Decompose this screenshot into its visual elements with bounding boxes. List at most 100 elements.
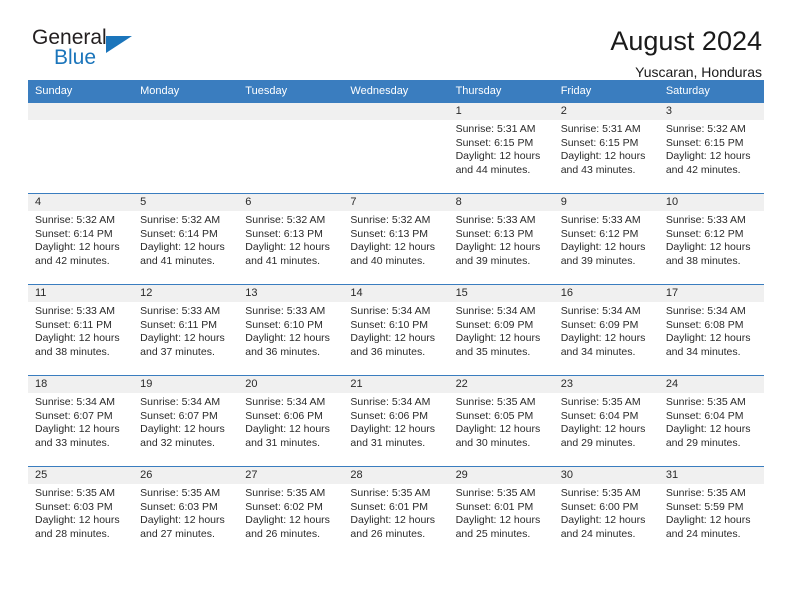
sunset-text: Sunset: 6:12 PM (560, 227, 639, 240)
title-block: August 2024 Yuscaran, Honduras (610, 26, 764, 82)
day-cell-content: 23 Sunrise: 5:35 AM Sunset: 6:04 PM Dayligh… (553, 376, 659, 466)
calendar-day-cell[interactable]: 9 Sunrise: 5:33 AM Sunset: 6:12 PM Daylight… (553, 193, 659, 285)
daylight-text: Daylight: 12 hours and 26 minutes. (350, 514, 436, 540)
day-cell-content: 2 Sunrise: 5:31 AM Sunset: 6:15 PM Daylight… (553, 103, 659, 193)
calendar-day-cell[interactable]: 26 Sunrise: 5:35 AM Sunset: 6:03 PM Dayligh… (133, 466, 239, 557)
calendar-day-cell[interactable] (343, 102, 449, 194)
calendar-body: 1 Sunrise: 5:31 AM Sunset: 6:15 PM Daylight… (28, 102, 764, 557)
calendar-day-cell[interactable]: 23 Sunrise: 5:35 AM Sunset: 6:04 PM Dayligh… (553, 375, 659, 467)
sunrise-text: Sunrise: 5:32 AM (665, 123, 746, 135)
daylight-text: Daylight: 12 hours and 31 minutes. (245, 423, 330, 449)
daylight-text: Daylight: 12 hours and 31 minutes. (350, 423, 436, 449)
day-cell-content: 13 Sunrise: 5:33 AM Sunset: 6:10 PM Dayligh… (238, 285, 344, 375)
sunset-text: Sunset: 6:10 PM (350, 318, 429, 331)
weekday-header-friday: Friday (553, 80, 659, 103)
calendar-day-cell[interactable]: 4 Sunrise: 5:32 AM Sunset: 6:14 PM Daylight… (28, 193, 134, 285)
calendar-day-cell[interactable]: 2 Sunrise: 5:31 AM Sunset: 6:15 PM Daylight… (553, 102, 659, 194)
calendar-day-cell[interactable]: 12 Sunrise: 5:33 AM Sunset: 6:11 PM Dayligh… (133, 284, 239, 376)
calendar-day-cell[interactable]: 7 Sunrise: 5:32 AM Sunset: 6:13 PM Daylight… (343, 193, 449, 285)
sunset-text: Sunset: 5:59 PM (665, 500, 744, 513)
calendar-day-cell[interactable]: 22 Sunrise: 5:35 AM Sunset: 6:05 PM Dayligh… (448, 375, 554, 467)
daylight-text: Daylight: 12 hours and 33 minutes. (35, 423, 120, 449)
day-number: 30 (553, 467, 659, 484)
calendar-week-row: 25 Sunrise: 5:35 AM Sunset: 6:03 PM Dayligh… (28, 466, 764, 557)
day-cell-content: 26 Sunrise: 5:35 AM Sunset: 6:03 PM Dayligh… (133, 467, 239, 557)
day-number: 11 (28, 285, 134, 302)
calendar-header-row: Sunday Monday Tuesday Wednesday Thursday… (28, 80, 764, 103)
calendar-day-cell[interactable]: 5 Sunrise: 5:32 AM Sunset: 6:14 PM Daylight… (133, 193, 239, 285)
sunrise-text: Sunrise: 5:33 AM (455, 214, 536, 226)
day-details: Sunrise: 5:31 AM Sunset: 6:15 PM Daylight:… (554, 120, 659, 177)
calendar-day-cell[interactable]: 31 Sunrise: 5:35 AM Sunset: 5:59 PM Dayligh… (658, 466, 764, 557)
daylight-text: Daylight: 12 hours and 42 minutes. (665, 150, 751, 176)
calendar-day-cell[interactable]: 21 Sunrise: 5:34 AM Sunset: 6:06 PM Dayligh… (343, 375, 449, 467)
daylight-text: Daylight: 12 hours and 38 minutes. (35, 332, 120, 358)
sunrise-text: Sunrise: 5:35 AM (350, 487, 431, 499)
daylight-text: Daylight: 12 hours and 25 minutes. (455, 514, 541, 540)
day-cell-content: 31 Sunrise: 5:35 AM Sunset: 5:59 PM Dayligh… (658, 467, 764, 557)
calendar-day-cell[interactable]: 8 Sunrise: 5:33 AM Sunset: 6:13 PM Daylight… (448, 193, 554, 285)
sunset-text: Sunset: 6:11 PM (35, 318, 112, 331)
calendar-day-cell[interactable]: 18 Sunrise: 5:34 AM Sunset: 6:07 PM Dayligh… (28, 375, 134, 467)
calendar-day-cell[interactable]: 15 Sunrise: 5:34 AM Sunset: 6:09 PM Dayligh… (448, 284, 554, 376)
day-details: Sunrise: 5:33 AM Sunset: 6:13 PM Daylight:… (449, 211, 554, 268)
day-cell-content (133, 103, 239, 193)
day-cell-content: 15 Sunrise: 5:34 AM Sunset: 6:09 PM Dayligh… (448, 285, 554, 375)
day-cell-content: 29 Sunrise: 5:35 AM Sunset: 6:01 PM Dayligh… (448, 467, 554, 557)
sunrise-text: Sunrise: 5:32 AM (140, 214, 221, 226)
daylight-text: Daylight: 12 hours and 29 minutes. (560, 423, 646, 449)
day-number (343, 103, 449, 120)
calendar-day-cell[interactable]: 29 Sunrise: 5:35 AM Sunset: 6:01 PM Dayligh… (448, 466, 554, 557)
calendar-day-cell[interactable]: 30 Sunrise: 5:35 AM Sunset: 6:00 PM Dayligh… (553, 466, 659, 557)
calendar-day-cell[interactable]: 24 Sunrise: 5:35 AM Sunset: 6:04 PM Dayligh… (658, 375, 764, 467)
day-details: Sunrise: 5:32 AM Sunset: 6:14 PM Daylight:… (28, 211, 133, 268)
calendar-day-cell[interactable]: 13 Sunrise: 5:33 AM Sunset: 6:10 PM Dayligh… (238, 284, 344, 376)
calendar-day-cell[interactable]: 25 Sunrise: 5:35 AM Sunset: 6:03 PM Dayligh… (28, 466, 134, 557)
sunset-text: Sunset: 6:01 PM (350, 500, 429, 513)
daylight-text: Daylight: 12 hours and 24 minutes. (560, 514, 646, 540)
calendar-day-cell[interactable]: 14 Sunrise: 5:34 AM Sunset: 6:10 PM Dayligh… (343, 284, 449, 376)
weekday-header-monday: Monday (133, 80, 239, 103)
day-number: 2 (553, 103, 659, 120)
sunrise-text: Sunrise: 5:34 AM (245, 396, 326, 408)
calendar-day-cell[interactable]: 3 Sunrise: 5:32 AM Sunset: 6:15 PM Daylight… (658, 102, 764, 194)
day-cell-content: 1 Sunrise: 5:31 AM Sunset: 6:15 PM Daylight… (448, 103, 554, 193)
calendar-day-cell[interactable]: 17 Sunrise: 5:34 AM Sunset: 6:08 PM Dayligh… (658, 284, 764, 376)
calendar-day-cell[interactable]: 28 Sunrise: 5:35 AM Sunset: 6:01 PM Dayligh… (343, 466, 449, 557)
sunrise-text: Sunrise: 5:34 AM (350, 396, 431, 408)
calendar-day-cell[interactable]: 16 Sunrise: 5:34 AM Sunset: 6:09 PM Dayligh… (553, 284, 659, 376)
sunrise-text: Sunrise: 5:33 AM (35, 305, 115, 317)
sunrise-sunset-calendar: Sunday Monday Tuesday Wednesday Thursday… (28, 80, 764, 557)
calendar-day-cell[interactable] (133, 102, 239, 194)
calendar-day-cell[interactable]: 1 Sunrise: 5:31 AM Sunset: 6:15 PM Daylight… (448, 102, 554, 194)
calendar-day-cell[interactable]: 6 Sunrise: 5:32 AM Sunset: 6:13 PM Daylight… (238, 193, 344, 285)
sunset-text: Sunset: 6:02 PM (245, 500, 323, 513)
day-details: Sunrise: 5:35 AM Sunset: 6:04 PM Daylight:… (554, 393, 659, 450)
day-number: 7 (343, 194, 449, 211)
calendar-day-cell[interactable] (28, 102, 134, 194)
calendar-day-cell[interactable]: 27 Sunrise: 5:35 AM Sunset: 6:02 PM Dayligh… (238, 466, 344, 557)
day-cell-content: 22 Sunrise: 5:35 AM Sunset: 6:05 PM Dayligh… (448, 376, 554, 466)
sunset-text: Sunset: 6:06 PM (245, 409, 323, 422)
daylight-text: Daylight: 12 hours and 27 minutes. (140, 514, 225, 540)
day-cell-content: 30 Sunrise: 5:35 AM Sunset: 6:00 PM Dayligh… (553, 467, 659, 557)
day-details: Sunrise: 5:35 AM Sunset: 6:01 PM Daylight:… (343, 484, 448, 541)
calendar-day-cell[interactable]: 20 Sunrise: 5:34 AM Sunset: 6:06 PM Dayligh… (238, 375, 344, 467)
day-details: Sunrise: 5:35 AM Sunset: 6:02 PM Daylight:… (238, 484, 343, 541)
general-blue-logo[interactable]: General Blue (28, 26, 152, 78)
sunrise-text: Sunrise: 5:33 AM (140, 305, 221, 317)
calendar-day-cell[interactable]: 11 Sunrise: 5:33 AM Sunset: 6:11 PM Dayligh… (28, 284, 134, 376)
day-details: Sunrise: 5:34 AM Sunset: 6:06 PM Daylight:… (238, 393, 343, 450)
calendar-day-cell[interactable] (238, 102, 344, 194)
sunset-text: Sunset: 6:05 PM (455, 409, 534, 422)
sunset-text: Sunset: 6:09 PM (455, 318, 534, 331)
day-cell-content: 24 Sunrise: 5:35 AM Sunset: 6:04 PM Dayligh… (658, 376, 764, 466)
calendar-day-cell[interactable]: 10 Sunrise: 5:33 AM Sunset: 6:12 PM Dayligh… (658, 193, 764, 285)
day-number: 14 (343, 285, 449, 302)
sunrise-text: Sunrise: 5:35 AM (665, 396, 746, 408)
sunset-text: Sunset: 6:13 PM (455, 227, 534, 240)
daylight-text: Daylight: 12 hours and 34 minutes. (560, 332, 646, 358)
day-number: 25 (28, 467, 134, 484)
calendar-day-cell[interactable]: 19 Sunrise: 5:34 AM Sunset: 6:07 PM Dayligh… (133, 375, 239, 467)
day-number: 23 (553, 376, 659, 393)
